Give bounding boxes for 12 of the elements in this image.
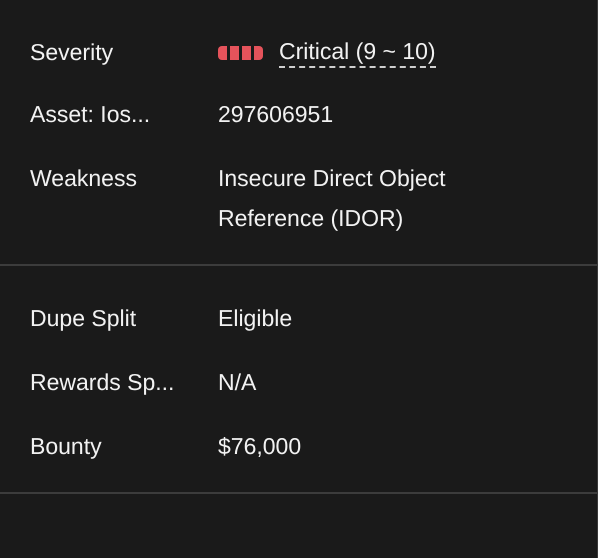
field-label: Bounty (30, 432, 103, 461)
field-label: Severity (30, 38, 114, 67)
field-label: Weakness (30, 164, 138, 193)
field-value: Insecure Direct Object Reference (IDOR) (218, 164, 447, 233)
field-label: Rewards Sp... (30, 368, 176, 397)
field-label: Dupe Split (30, 304, 138, 333)
field-value: Eligible (218, 304, 294, 333)
field-value: 297606951 (218, 100, 334, 129)
severity-value[interactable]: Critical (9 ~ 10) (279, 36, 436, 68)
field-value: $76,000 (218, 432, 302, 461)
field-value: N/A (218, 368, 258, 397)
field-label: Asset: Ios... (30, 100, 152, 129)
